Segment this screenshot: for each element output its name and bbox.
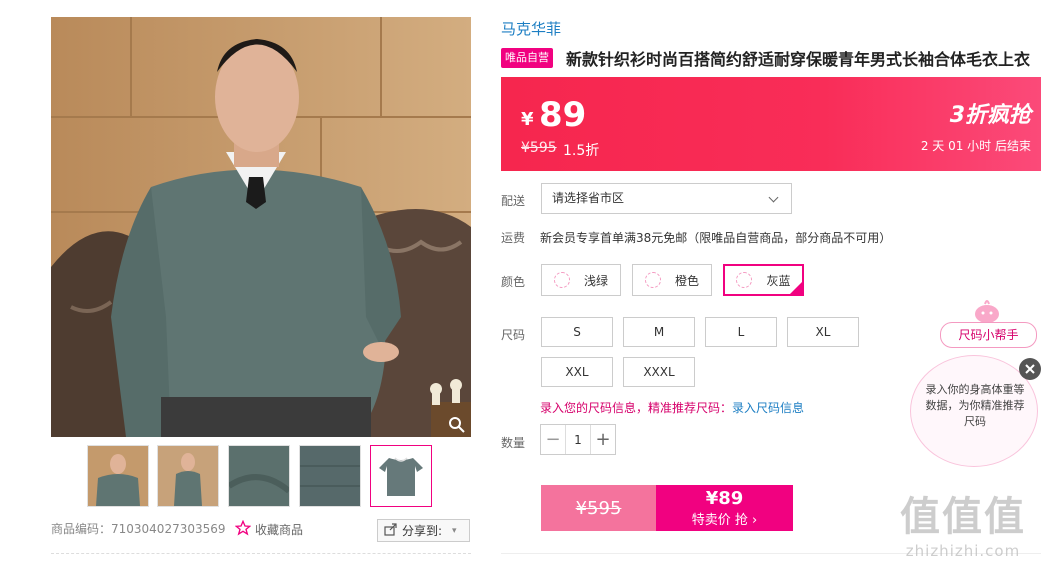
favorite-label: 收藏商品 [255, 523, 304, 537]
buy-now-button[interactable]: ¥89 特卖价 抢 › [656, 485, 793, 531]
watermark: 值值值 zhizhizhi.com [888, 484, 1038, 564]
share-label: 分享到: [402, 524, 443, 538]
size-option-m[interactable]: M [623, 317, 695, 347]
delivery-label: 配送 [501, 194, 526, 208]
color-option-light-green[interactable]: 浅绿 [541, 264, 621, 296]
size-option-xxxl[interactable]: XXXL [623, 357, 695, 387]
shipping-text: 新会员专享首单满38元免邮（限唯品自营商品，部分商品不可用） [540, 231, 892, 245]
size-option-s[interactable]: S [541, 317, 613, 347]
thumbnail-5[interactable] [370, 445, 432, 507]
watermark-main: 值值值 [900, 494, 1026, 540]
size-helper-text: 录入你的身高体重等数据，为你精准推荐尺码 [925, 383, 1025, 428]
size-label: 尺码 [501, 328, 526, 342]
share-icon [384, 522, 398, 539]
region-select[interactable]: 请选择省市区 [541, 183, 792, 214]
product-code: 商品编码：710304027303569 [51, 522, 226, 536]
color-label: 颜色 [501, 275, 526, 289]
buy-label: 特卖价 抢 › [691, 513, 758, 528]
thumbnail-1[interactable] [87, 445, 149, 507]
buy-original-price[interactable]: ¥595 [541, 485, 656, 531]
chevron-down-icon [768, 192, 779, 203]
close-icon[interactable] [1019, 358, 1041, 380]
size-option-xl[interactable]: XL [787, 317, 859, 347]
color-swatch [553, 272, 570, 288]
watermark-site: zhizhizhi.com [905, 542, 1021, 560]
caret-down-icon: ▾ [452, 525, 457, 536]
color-swatch [736, 272, 753, 288]
thumbnail-4[interactable] [299, 445, 361, 507]
thumbnail-2[interactable] [157, 445, 219, 507]
region-select-value: 请选择省市区 [552, 191, 625, 205]
price-banner: ¥ 89 ¥595 1.5折 3折疯抢 2 天 01 小时 后结束 [501, 77, 1041, 171]
current-price: 89 [539, 95, 587, 135]
share-button[interactable]: 分享到: ▾ [377, 519, 470, 542]
currency-symbol: ¥ [521, 109, 534, 130]
divider [51, 553, 471, 554]
quantity-plus-button[interactable]: + [591, 425, 615, 454]
countdown: 2 天 01 小时 后结束 [920, 139, 1031, 153]
original-price: ¥595 [521, 140, 557, 156]
shipping-label: 运费 [501, 231, 526, 245]
promo-title: 3折疯抢 [949, 103, 1031, 128]
selected-check-icon [789, 281, 803, 295]
buy-price: ¥89 [705, 488, 744, 509]
zoom-icon[interactable] [447, 415, 467, 435]
star-icon [234, 519, 252, 539]
product-main-image[interactable] [51, 17, 471, 437]
quantity-stepper: − 1 + [540, 424, 616, 455]
size-helper-tag[interactable]: 尺码小帮手 [940, 322, 1037, 348]
enter-size-link[interactable]: 录入尺码信息 [732, 401, 804, 415]
color-option-gray-blue[interactable]: 灰蓝 [723, 264, 804, 296]
size-option-l[interactable]: L [705, 317, 777, 347]
product-title: 新款针织衫时尚百搭简约舒适耐穿保暖青年男式长袖合体毛衣上衣 [566, 50, 1031, 69]
quantity-label: 数量 [501, 436, 526, 450]
size-tip: 录入您的尺码信息，精准推荐尺码：录入尺码信息 [540, 399, 804, 416]
color-option-label: 浅绿 [583, 273, 608, 288]
size-option-xxl[interactable]: XXL [541, 357, 613, 387]
color-option-label: 橙色 [674, 273, 699, 288]
color-option-label: 灰蓝 [766, 273, 791, 288]
vip-self-operated-badge: 唯品自营 [501, 48, 553, 68]
size-tip-text: 录入您的尺码信息，精准推荐尺码： [540, 401, 733, 415]
thumbnail-3[interactable] [228, 445, 290, 507]
quantity-input[interactable]: 1 [565, 425, 591, 454]
quantity-minus-button[interactable]: − [541, 425, 565, 454]
brand-link[interactable]: 马克华菲 [501, 18, 561, 39]
color-option-orange[interactable]: 橙色 [632, 264, 712, 296]
color-swatch [644, 272, 661, 288]
discount-rate: 1.5折 [563, 143, 600, 159]
favorite-button[interactable]: 收藏商品 [234, 519, 304, 539]
